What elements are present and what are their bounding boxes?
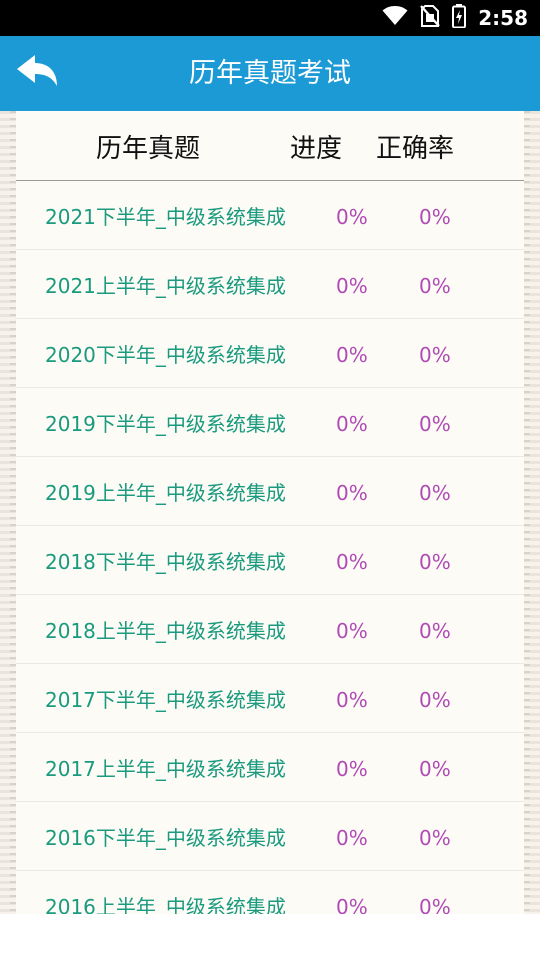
exam-list: 2021下半年_中级系统集成 0% 0% 2021上半年_中级系统集成 0% 0… bbox=[16, 181, 524, 914]
exam-row[interactable]: 2017上半年_中级系统集成 0% 0% bbox=[16, 733, 524, 802]
exam-accuracy: 0% bbox=[419, 343, 451, 367]
exam-name: 2019下半年_中级系统集成 bbox=[45, 412, 286, 436]
exam-progress: 0% bbox=[336, 688, 368, 712]
exam-row[interactable]: 2021上半年_中级系统集成 0% 0% bbox=[16, 250, 524, 319]
exam-progress: 0% bbox=[336, 550, 368, 574]
exam-row[interactable]: 2018上半年_中级系统集成 0% 0% bbox=[16, 595, 524, 664]
exam-row[interactable]: 2018下半年_中级系统集成 0% 0% bbox=[16, 526, 524, 595]
exam-name: 2020下半年_中级系统集成 bbox=[45, 343, 286, 367]
exam-accuracy: 0% bbox=[419, 895, 451, 914]
exam-name: 2017下半年_中级系统集成 bbox=[45, 688, 286, 712]
exam-row[interactable]: 2017下半年_中级系统集成 0% 0% bbox=[16, 664, 524, 733]
wifi-icon bbox=[382, 5, 408, 30]
page-title: 历年真题考试 bbox=[189, 58, 351, 89]
exam-accuracy: 0% bbox=[419, 481, 451, 505]
exam-accuracy: 0% bbox=[419, 274, 451, 298]
battery-charging-icon bbox=[452, 4, 467, 32]
exam-row[interactable]: 2021下半年_中级系统集成 0% 0% bbox=[16, 181, 524, 250]
exam-progress: 0% bbox=[336, 757, 368, 781]
header-progress: 进度 bbox=[290, 134, 343, 164]
status-time: 2:58 bbox=[478, 6, 528, 30]
exam-name: 2021上半年_中级系统集成 bbox=[45, 274, 286, 298]
exam-progress: 0% bbox=[336, 619, 368, 643]
exam-row[interactable]: 2016下半年_中级系统集成 0% 0% bbox=[16, 802, 524, 871]
exam-name: 2016下半年_中级系统集成 bbox=[45, 826, 286, 850]
exam-row[interactable]: 2020下半年_中级系统集成 0% 0% bbox=[16, 319, 524, 388]
exam-progress: 0% bbox=[336, 343, 368, 367]
exam-progress: 0% bbox=[336, 826, 368, 850]
exam-accuracy: 0% bbox=[419, 757, 451, 781]
exam-progress: 0% bbox=[336, 412, 368, 436]
back-arrow-icon bbox=[15, 54, 59, 92]
exam-name: 2018下半年_中级系统集成 bbox=[45, 550, 286, 574]
exam-progress: 0% bbox=[336, 895, 368, 914]
exam-row[interactable]: 2019下半年_中级系统集成 0% 0% bbox=[16, 388, 524, 457]
exam-row[interactable]: 2019上半年_中级系统集成 0% 0% bbox=[16, 457, 524, 526]
exam-name: 2016上半年_中级系统集成 bbox=[45, 895, 286, 914]
exam-progress: 0% bbox=[336, 205, 368, 229]
back-button[interactable] bbox=[12, 50, 62, 96]
header-exam-name: 历年真题 bbox=[96, 134, 201, 164]
paper-edge-right bbox=[524, 111, 540, 914]
app-bar: 历年真题考试 bbox=[0, 36, 540, 111]
exam-list-panel: 历年真题 进度 正确率 2021下半年_中级系统集成 0% 0% 2021上半年… bbox=[0, 111, 540, 914]
table-header: 历年真题 进度 正确率 bbox=[16, 111, 524, 181]
exam-name: 2021下半年_中级系统集成 bbox=[45, 205, 286, 229]
paper-edge-left bbox=[0, 111, 16, 914]
exam-progress: 0% bbox=[336, 481, 368, 505]
exam-name: 2019上半年_中级系统集成 bbox=[45, 481, 286, 505]
exam-accuracy: 0% bbox=[419, 550, 451, 574]
exam-name: 2017上半年_中级系统集成 bbox=[45, 757, 286, 781]
exam-progress: 0% bbox=[336, 274, 368, 298]
status-bar: 2:58 bbox=[0, 0, 540, 36]
status-icons: 2:58 bbox=[382, 0, 528, 36]
exam-accuracy: 0% bbox=[419, 205, 451, 229]
exam-accuracy: 0% bbox=[419, 619, 451, 643]
exam-accuracy: 0% bbox=[419, 826, 451, 850]
exam-row[interactable]: 2016上半年_中级系统集成 0% 0% bbox=[16, 871, 524, 914]
exam-name: 2018上半年_中级系统集成 bbox=[45, 619, 286, 643]
header-accuracy: 正确率 bbox=[376, 134, 455, 164]
no-sim-icon bbox=[420, 5, 441, 31]
exam-accuracy: 0% bbox=[419, 688, 451, 712]
exam-accuracy: 0% bbox=[419, 412, 451, 436]
